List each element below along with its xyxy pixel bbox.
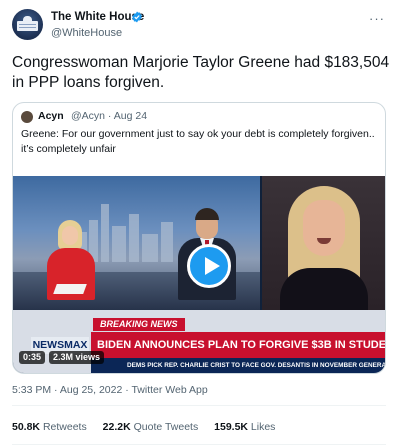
- tweet-stats: 50.8K Retweets 22.2K Quote Tweets 159.5K…: [12, 421, 288, 433]
- quoted-author-meta: @Acyn · Aug 24: [71, 110, 148, 122]
- tweet-card: The White House @WhiteHouse ··· Congress…: [0, 0, 398, 446]
- news-headline: BIDEN ANNOUNCES PLAN TO FORGIVE $3B IN S…: [91, 332, 385, 358]
- likes-label: Likes: [250, 421, 276, 433]
- video-player[interactable]: BREAKING NEWS NEWSMAX BIDEN ANNOUNCES PL…: [13, 176, 385, 373]
- author-handle[interactable]: @WhiteHouse: [51, 27, 122, 39]
- likes-count: 159.5K: [214, 421, 248, 433]
- breaking-news-label: BREAKING NEWS: [93, 318, 185, 331]
- retweets-stat[interactable]: 50.8K Retweets: [12, 421, 87, 433]
- retweets-label: Retweets: [42, 421, 87, 433]
- news-lower-third: BREAKING NEWS NEWSMAX BIDEN ANNOUNCES PL…: [13, 310, 385, 373]
- quoted-tweet[interactable]: Acyn @Acyn · Aug 24 Greene: For our gove…: [12, 102, 386, 374]
- author-avatar[interactable]: [12, 9, 43, 40]
- play-icon[interactable]: [187, 244, 231, 288]
- quoted-author-name: Acyn: [38, 110, 64, 122]
- tweet-text: Congresswoman Marjorie Taylor Greene had…: [12, 54, 390, 91]
- quote-tweets-stat[interactable]: 22.2K Quote Tweets: [103, 421, 199, 433]
- retweets-count: 50.8K: [12, 421, 41, 433]
- quote-tweets-label: Quote Tweets: [133, 421, 199, 433]
- quote-tweets-count: 22.2K: [102, 421, 131, 433]
- verified-badge-icon: [132, 11, 142, 23]
- divider: [12, 405, 386, 406]
- video-duration-badge: 0:35: [19, 351, 46, 364]
- more-options-icon[interactable]: ···: [369, 11, 385, 26]
- video-inset-guest: [262, 176, 385, 318]
- quoted-author-avatar: [21, 111, 33, 123]
- video-studio-scene: [13, 176, 260, 310]
- divider: [12, 444, 386, 445]
- desk-papers: [53, 284, 87, 294]
- video-views-badge: 2.3M views: [49, 351, 105, 364]
- news-ticker: DEMS PICK REP. CHARLIE CRIST TO FACE GOV…: [91, 358, 385, 373]
- quoted-tweet-text: Greene: For our government just to say o…: [21, 128, 375, 155]
- tweet-timestamp[interactable]: 5:33 PM · Aug 25, 2022 · Twitter Web App: [12, 384, 208, 396]
- likes-stat[interactable]: 159.5K Likes: [214, 421, 275, 433]
